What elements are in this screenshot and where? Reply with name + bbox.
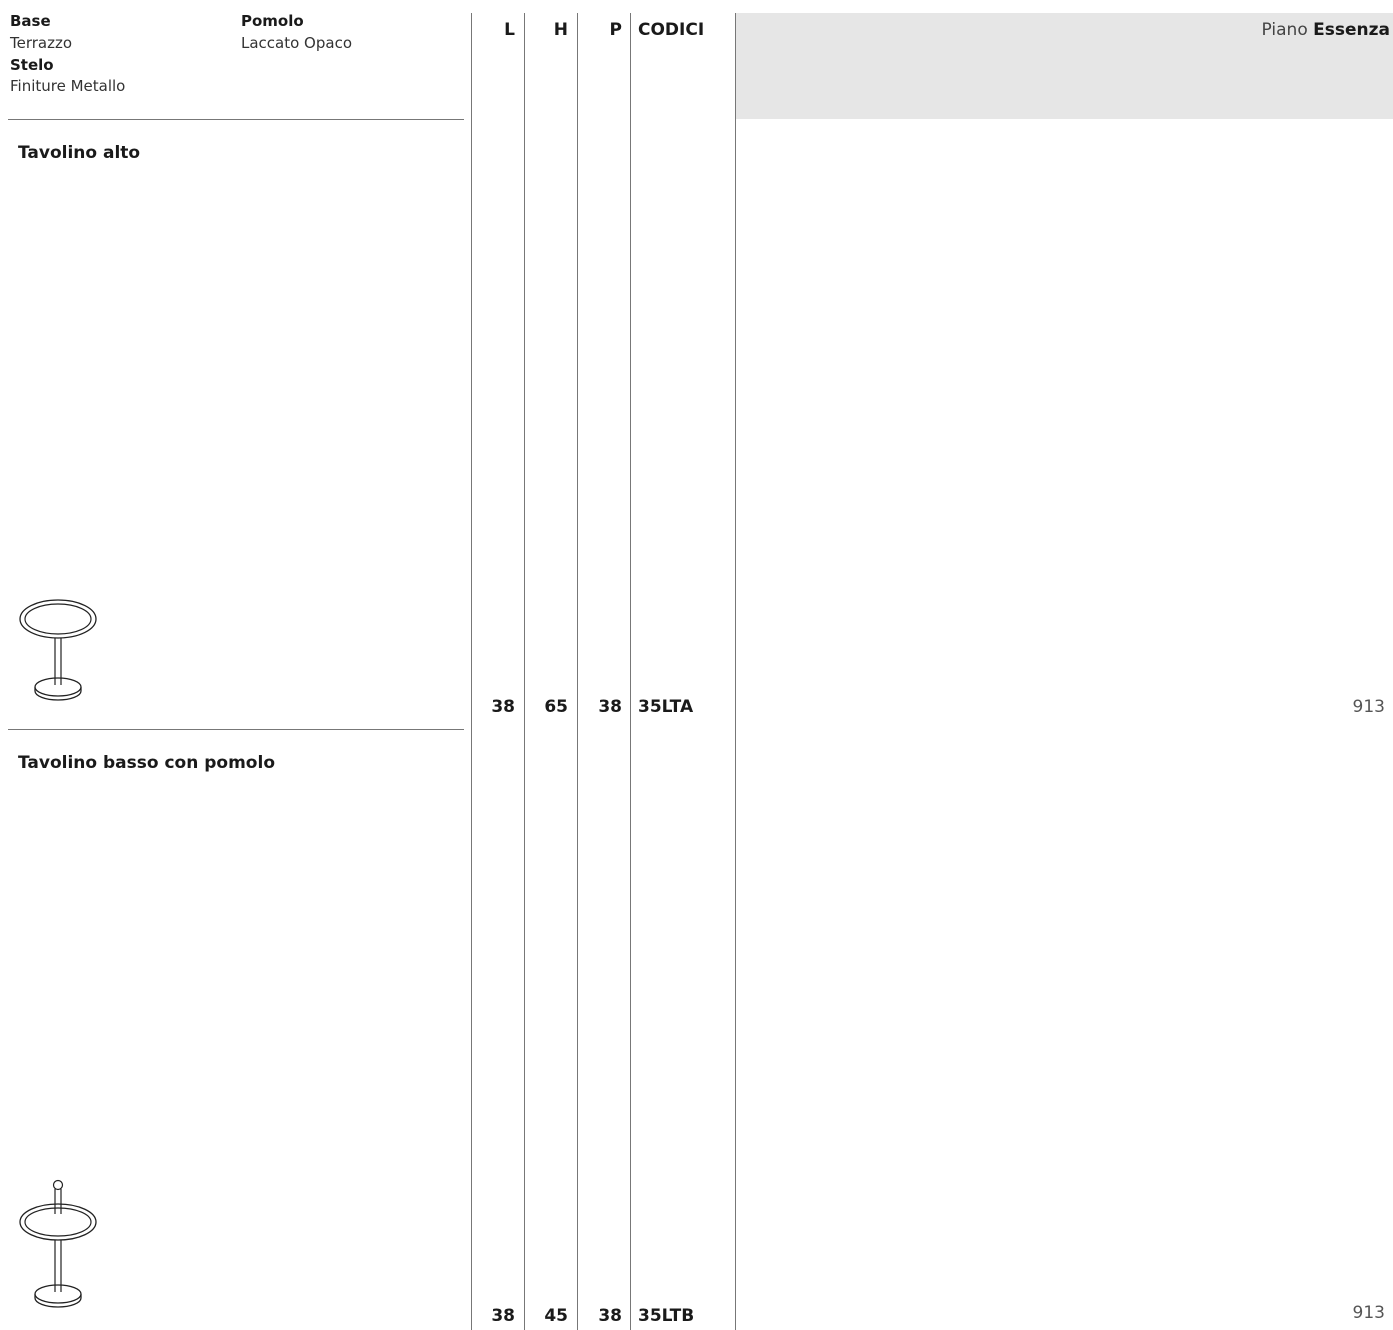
column-header-p: P [609, 20, 622, 40]
low-table-with-knob-icon [19, 1179, 97, 1308]
row-divider [8, 119, 464, 120]
product-title: Tavolino basso con pomolo [18, 753, 275, 773]
column-divider [524, 13, 525, 1330]
column-divider [735, 13, 736, 1330]
product-price: 913 [1352, 1303, 1385, 1323]
column-divider [471, 13, 472, 1330]
finish-prefix: Piano [1261, 20, 1308, 40]
product-dimension-p: 38 [598, 1306, 622, 1326]
product-code: 35LTA [638, 697, 694, 717]
product-price: 913 [1352, 697, 1385, 717]
product-code: 35LTB [638, 1306, 695, 1326]
base-value: Terrazzo [10, 34, 73, 52]
product-title: Tavolino alto [18, 143, 141, 163]
stelo-label: Stelo [10, 56, 54, 74]
high-table-icon [19, 599, 97, 701]
base-label: Base [10, 12, 51, 30]
column-divider [630, 13, 631, 1330]
column-divider [577, 13, 578, 1330]
product-dimension-p: 38 [598, 697, 622, 717]
finish-name: Essenza [1313, 20, 1390, 40]
product-dimension-l: 38 [491, 1306, 515, 1326]
product-dimension-h: 45 [544, 1306, 568, 1326]
row-divider [8, 729, 464, 730]
column-header-l: L [504, 20, 515, 40]
product-dimension-l: 38 [491, 697, 515, 717]
pomolo-label: Pomolo [241, 12, 304, 30]
stelo-value: Finiture Metallo [10, 77, 126, 95]
finish-heading: Piano Essenza [1262, 20, 1390, 40]
pomolo-value: Laccato Opaco [241, 34, 353, 52]
finish-panel: Piano Essenza [736, 13, 1393, 119]
column-header-codes: CODICI [638, 20, 705, 40]
column-header-h: H [553, 20, 568, 40]
product-dimension-h: 65 [544, 697, 568, 717]
